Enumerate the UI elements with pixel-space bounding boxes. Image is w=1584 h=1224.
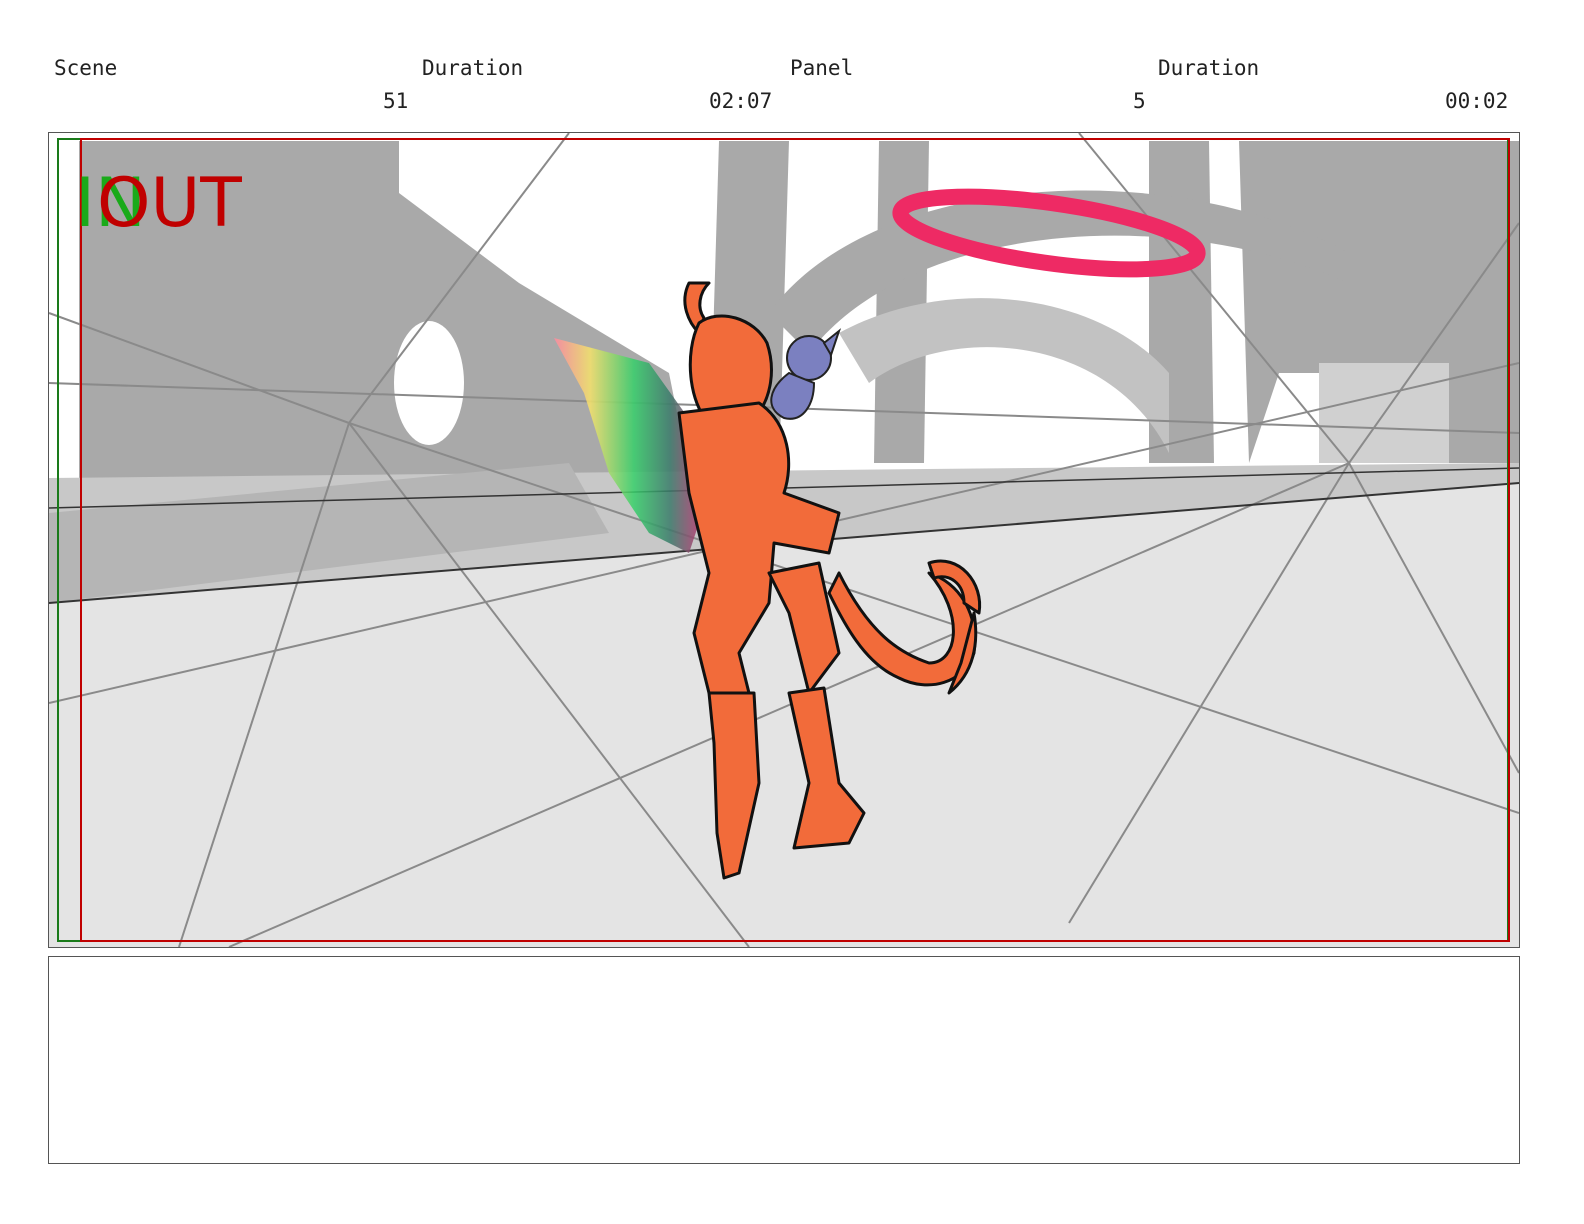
- scene-duration-label: Duration: [422, 56, 524, 80]
- panel-duration-label: Duration: [1158, 56, 1260, 80]
- safe-area-guides: [57, 138, 1510, 942]
- out-marker: OUT: [97, 164, 242, 243]
- scene-duration-value: 02:07: [709, 89, 773, 113]
- panel-label: Panel: [790, 56, 854, 80]
- notes-text: [49, 957, 1519, 977]
- scene-number: 51: [383, 89, 409, 113]
- notes-box[interactable]: [48, 956, 1520, 1164]
- scene-label: Scene: [54, 56, 118, 80]
- panel-number: 5: [1133, 89, 1146, 113]
- panel-duration-value: 00:02: [1445, 89, 1509, 113]
